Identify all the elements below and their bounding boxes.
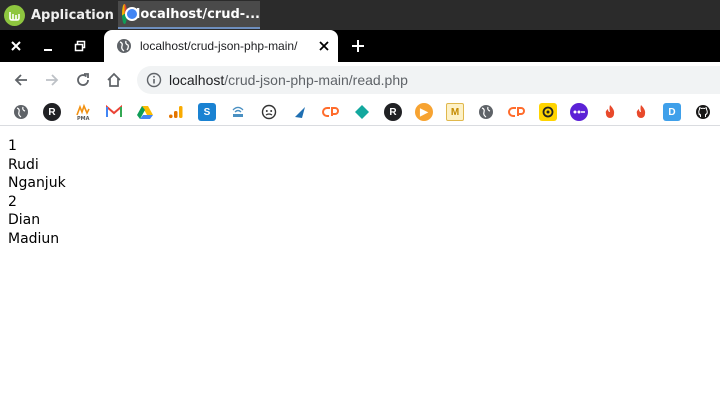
bookmarks-bar: R PMA S R ▶ M D: [0, 98, 720, 126]
dots-icon: [573, 110, 585, 114]
record-1-name: Rudi: [8, 156, 39, 173]
window-restore-button[interactable]: [64, 30, 96, 62]
bookmark-diamond[interactable]: [353, 103, 371, 121]
cpanel-icon: [322, 107, 339, 117]
browser-tab-active[interactable]: localhost/crud-json-php-main/: [104, 30, 338, 62]
cpanel-icon: [508, 107, 525, 117]
bookmark-m[interactable]: M: [446, 103, 464, 121]
router-icon: [232, 106, 244, 117]
browser-tabstrip: localhost/crud-json-php-main/: [0, 30, 720, 62]
linux-mint-icon: [4, 4, 25, 26]
bookmark-wheel[interactable]: [539, 103, 557, 121]
tab-title: localhost/crud-json-php-main/: [140, 39, 298, 53]
bookmark-globe-2[interactable]: [477, 103, 495, 121]
window-close-button[interactable]: [0, 30, 32, 62]
bookmark-cpanel[interactable]: [322, 103, 340, 121]
bookmark-gmail[interactable]: [105, 103, 123, 121]
bookmark-pma[interactable]: PMA: [74, 103, 92, 121]
flame-icon: [605, 105, 615, 118]
url-text: localhost/crud-json-php-main/read.php: [169, 72, 408, 88]
arrow-right-icon: [46, 74, 59, 86]
close-icon: [319, 41, 329, 51]
r-icon: R: [48, 106, 56, 118]
bookmark-r-2[interactable]: R: [384, 103, 402, 121]
plus-icon: [352, 40, 364, 52]
bookmark-d[interactable]: D: [663, 103, 681, 121]
bookmark-globe[interactable]: [12, 103, 30, 121]
record-2-id: 2: [8, 193, 17, 210]
bookmark-dots[interactable]: [570, 103, 588, 121]
bookmark-flame-1[interactable]: [601, 103, 619, 121]
bookmark-analytics[interactable]: [167, 103, 185, 121]
application-menu-button[interactable]: Application: [0, 0, 120, 30]
r-icon: R: [389, 106, 397, 118]
bookmark-cpanel-2[interactable]: [508, 103, 526, 121]
close-icon: [11, 41, 21, 51]
github-icon: [696, 105, 710, 119]
face-icon: [261, 104, 277, 120]
globe-icon: [14, 105, 28, 119]
bookmark-github[interactable]: [694, 103, 712, 121]
url-host: localhost: [169, 72, 225, 88]
restore-icon: [74, 40, 86, 52]
arrow-icon: [295, 107, 305, 118]
reload-icon: [77, 73, 89, 86]
page-content: 1 Rudi Nganjuk 2 Dian Madiun: [8, 137, 66, 248]
m-icon: M: [450, 106, 460, 118]
pma-icon: PMA: [76, 103, 90, 121]
minimize-icon: [44, 49, 52, 51]
globe-icon: [479, 105, 493, 119]
bookmark-face[interactable]: [260, 103, 278, 121]
gmail-icon: [106, 104, 122, 117]
window-minimize-button[interactable]: [32, 30, 64, 62]
flame-icon: [636, 105, 646, 118]
drive-icon: [137, 106, 153, 119]
bookmark-arrow[interactable]: [291, 103, 309, 121]
back-button[interactable]: [7, 66, 35, 94]
o-icon: ▶: [420, 106, 428, 118]
bookmark-flame-2[interactable]: [632, 103, 650, 121]
wheel-icon: [542, 106, 554, 118]
address-bar[interactable]: localhost/crud-json-php-main/read.php: [137, 66, 720, 94]
home-icon: [107, 72, 121, 87]
analytics-icon: [169, 106, 183, 119]
new-tab-button[interactable]: [342, 30, 374, 62]
arrow-left-icon: [14, 74, 27, 86]
chrome-icon: [122, 4, 137, 24]
info-icon[interactable]: [146, 72, 162, 88]
diamond-icon: [355, 105, 369, 119]
s-icon: S: [203, 106, 211, 118]
taskbar-window-title: localhost/crud-...: [135, 6, 260, 22]
record-2-name: Dian: [8, 212, 41, 228]
url-path: /crud-json-php-main/read.php: [224, 72, 408, 88]
home-button[interactable]: [100, 66, 128, 94]
taskbar-window-chrome[interactable]: localhost/crud-...: [118, 1, 260, 29]
svg-text:PMA: PMA: [77, 116, 90, 121]
bookmark-r[interactable]: R: [43, 103, 61, 121]
record-1-id: 1: [8, 138, 17, 154]
bookmark-s[interactable]: S: [198, 103, 216, 121]
reload-button[interactable]: [69, 66, 97, 94]
bookmark-drive[interactable]: [136, 103, 154, 121]
tab-close-button[interactable]: [316, 38, 332, 54]
globe-icon: [117, 39, 131, 53]
bookmark-router[interactable]: [229, 103, 247, 121]
record-1-city: Nganjuk: [8, 175, 66, 191]
browser-toolbar: localhost/crud-json-php-main/read.php: [0, 62, 720, 98]
bookmark-o[interactable]: ▶: [415, 103, 433, 121]
application-menu-label: Application: [31, 7, 114, 23]
d-icon: D: [668, 106, 676, 118]
os-taskbar: Application localhost/crud-...: [0, 0, 720, 30]
record-2-city: Madiun: [8, 230, 60, 247]
forward-button[interactable]: [38, 66, 66, 94]
